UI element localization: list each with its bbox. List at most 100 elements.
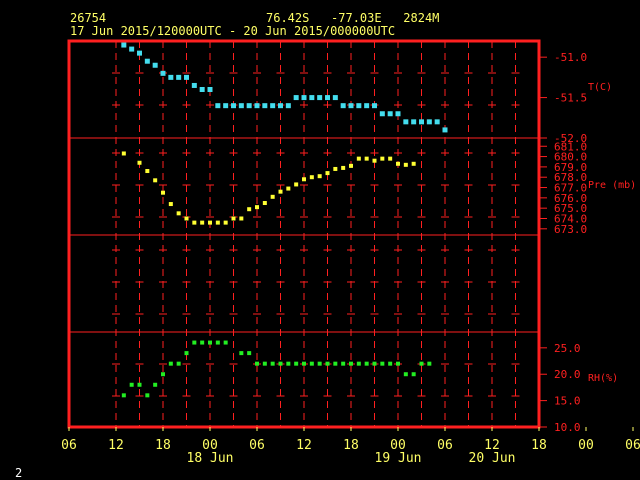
data-point	[294, 182, 299, 187]
data-point	[270, 103, 276, 109]
data-point	[176, 74, 182, 80]
data-point	[129, 382, 134, 387]
x-date-label: 18 Jun	[187, 451, 234, 466]
x-tick-label: 18	[155, 438, 171, 453]
data-point	[200, 340, 205, 345]
data-point	[121, 151, 126, 156]
data-point	[239, 216, 244, 221]
data-point	[199, 87, 205, 92]
x-tick-label: 06	[625, 438, 640, 453]
data-point	[427, 361, 432, 366]
data-point	[348, 103, 354, 109]
data-point	[278, 361, 283, 366]
y-tick-label: -51.5	[554, 92, 587, 105]
data-point	[145, 169, 150, 174]
data-point	[278, 189, 283, 194]
data-point	[403, 162, 408, 167]
data-point	[372, 158, 377, 163]
data-point	[168, 361, 173, 366]
data-point	[262, 201, 267, 206]
data-point	[238, 103, 244, 109]
data-point	[168, 74, 174, 80]
data-point	[137, 160, 142, 165]
data-point	[176, 211, 181, 216]
data-point	[434, 119, 440, 125]
data-point	[403, 119, 409, 125]
data-point	[184, 216, 189, 221]
data-point	[161, 372, 165, 377]
data-point	[364, 361, 369, 366]
data-point	[144, 58, 150, 64]
data-point	[207, 87, 213, 92]
y-axis-label: RH(%)	[588, 373, 618, 384]
y-tick-label: 25.0	[554, 342, 581, 355]
data-point	[270, 194, 275, 199]
data-point	[341, 165, 346, 170]
data-point	[411, 161, 416, 166]
x-tick-label: 18	[531, 438, 547, 453]
data-point	[340, 103, 346, 109]
data-point	[301, 95, 307, 101]
data-point	[270, 361, 275, 366]
data-point	[372, 103, 377, 109]
data-point	[333, 361, 338, 366]
data-point	[325, 361, 330, 366]
data-point	[419, 119, 424, 125]
data-point	[247, 351, 252, 356]
data-point	[152, 62, 158, 68]
data-point	[380, 361, 385, 366]
data-point	[255, 361, 259, 366]
data-point	[411, 372, 416, 377]
data-point	[208, 220, 212, 225]
data-point	[309, 175, 314, 180]
data-point	[380, 156, 385, 161]
data-point	[411, 119, 417, 125]
y-tick-label: 10.0	[554, 421, 581, 434]
data-point	[137, 50, 142, 56]
data-point	[442, 127, 448, 133]
data-point	[349, 361, 353, 366]
x-tick-label: 06	[249, 438, 265, 453]
data-point	[317, 174, 322, 179]
x-tick-label: 18	[343, 438, 359, 453]
data-point	[192, 340, 197, 345]
data-point	[184, 74, 189, 80]
data-point	[317, 361, 322, 366]
data-point	[396, 161, 400, 166]
data-point	[285, 103, 291, 109]
data-point	[215, 103, 221, 109]
x-date-label: 20 Jun	[469, 451, 516, 466]
data-point	[255, 205, 259, 210]
y-axis-label: T(C)	[588, 82, 612, 93]
data-point	[286, 361, 291, 366]
data-point	[215, 340, 220, 345]
data-point	[231, 103, 236, 109]
data-point	[387, 111, 393, 117]
x-tick-label: 00	[578, 438, 594, 453]
y-tick-label: 681.0	[554, 140, 587, 153]
data-point	[215, 220, 220, 225]
data-point	[388, 156, 393, 161]
data-point	[419, 361, 424, 366]
data-point	[302, 177, 306, 182]
y-axis-label: Pre (mb)	[588, 180, 636, 191]
data-point	[426, 119, 432, 125]
data-point	[325, 95, 330, 101]
data-point	[333, 166, 338, 171]
data-point	[208, 340, 212, 345]
data-point	[176, 361, 181, 366]
data-point	[231, 216, 236, 221]
data-point	[341, 361, 346, 366]
data-point	[145, 393, 150, 398]
data-point	[246, 103, 252, 109]
data-point	[223, 220, 228, 225]
data-point	[239, 351, 244, 356]
data-point	[309, 95, 315, 101]
data-point	[396, 361, 400, 366]
y-tick-label: 15.0	[554, 395, 581, 408]
x-tick-label: 06	[437, 438, 453, 453]
data-point	[137, 382, 142, 387]
data-point	[168, 202, 173, 207]
data-point	[223, 103, 229, 109]
data-point	[129, 46, 135, 52]
